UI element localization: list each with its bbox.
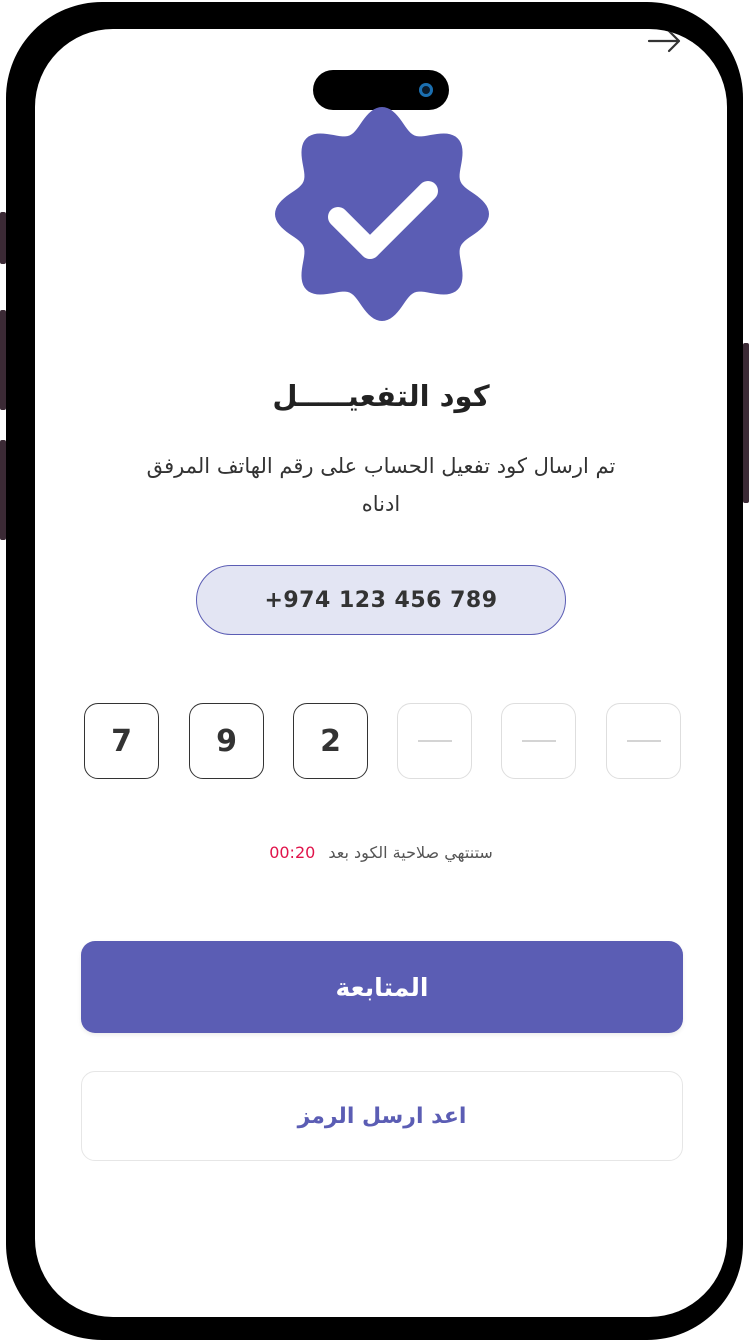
verified-badge-icon: [275, 107, 489, 321]
phone-number-text: +974 123 456 789: [264, 587, 498, 613]
device-mockup: كود التفعيـــــل تم ارسال كود تفعيل الحس…: [0, 0, 749, 1344]
otp-digit-1[interactable]: 7: [84, 703, 159, 779]
otp-digit-4[interactable]: [397, 703, 472, 779]
otp-digit-5[interactable]: [501, 703, 576, 779]
expiry-timer: 00:20 ستنتهي صلاحية الكود بعد: [35, 843, 727, 862]
screen: كود التفعيـــــل تم ارسال كود تفعيل الحس…: [35, 29, 727, 1317]
otp-digit-6[interactable]: [606, 703, 681, 779]
otp-placeholder-dash: [521, 740, 556, 742]
otp-digit-2-value: 9: [216, 723, 237, 759]
continue-button-label: المتابعة: [335, 972, 429, 1002]
otp-input-group: 7 9 2: [84, 703, 681, 781]
resend-button-label: اعد ارسل الرمز: [297, 1103, 467, 1129]
side-button-right: [743, 343, 749, 503]
page-subtitle: تم ارسال كود تفعيل الحساب على رقم الهاتف…: [146, 454, 616, 516]
otp-digit-3[interactable]: 2: [293, 703, 368, 779]
otp-placeholder-dash: [626, 740, 661, 742]
camera-icon: [419, 83, 433, 97]
phone-number-display: +974 123 456 789: [196, 565, 566, 635]
otp-digit-2[interactable]: 9: [189, 703, 264, 779]
dynamic-island: [313, 70, 449, 110]
otp-digit-3-value: 2: [320, 723, 341, 759]
continue-button[interactable]: المتابعة: [81, 941, 683, 1033]
otp-digit-1-value: 7: [111, 723, 132, 759]
otp-placeholder-dash: [417, 740, 452, 742]
phone-frame: كود التفعيـــــل تم ارسال كود تفعيل الحس…: [6, 2, 743, 1340]
arrow-right-icon[interactable]: [645, 29, 685, 55]
timer-label: ستنتهي صلاحية الكود بعد: [328, 843, 493, 862]
timer-value: 00:20: [269, 843, 316, 862]
resend-code-button[interactable]: اعد ارسل الرمز: [81, 1071, 683, 1161]
page-title: كود التفعيـــــل: [272, 379, 490, 413]
